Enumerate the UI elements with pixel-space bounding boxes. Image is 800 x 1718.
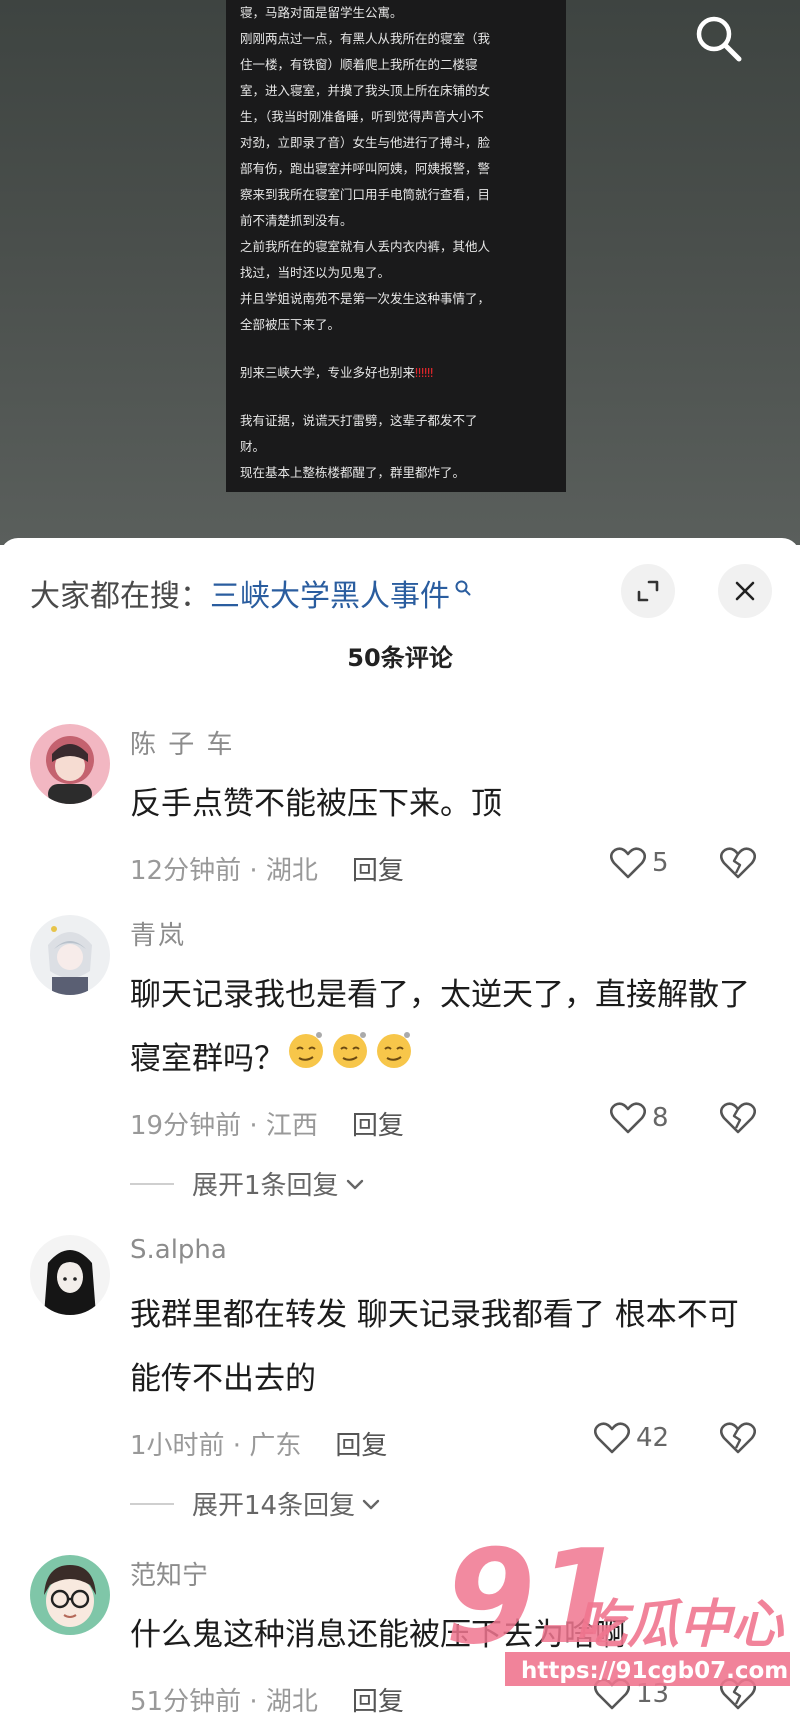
avatar-image xyxy=(30,724,110,804)
note-line: 之前我所在的寝室就有人丢内衣内裤，其他人 xyxy=(240,239,491,254)
note-line: 我有证据，说谎天打雷劈，这辈子都发不了 xyxy=(240,413,478,428)
note-line: 刚刚两点过一点，有黑人从我所在的寝室（我 xyxy=(240,31,491,46)
avatar[interactable] xyxy=(30,1555,110,1635)
smirk-emoji xyxy=(373,1029,415,1093)
broken-heart-icon xyxy=(719,1102,757,1134)
note-line: 财。 xyxy=(240,439,266,454)
heart-icon xyxy=(594,1678,630,1710)
dislike-button[interactable] xyxy=(719,846,757,884)
avatar[interactable] xyxy=(30,915,110,995)
note-line: 生，（我当时刚准备睡，听到觉得声音大小不 xyxy=(240,109,484,124)
avatar-image xyxy=(30,1235,110,1315)
dislike-button[interactable] xyxy=(719,1421,757,1459)
heart-icon xyxy=(610,847,646,879)
heart-icon xyxy=(594,1422,630,1454)
dislike-button[interactable] xyxy=(719,1677,757,1715)
note-line: 前不清楚抓到没有。 xyxy=(240,213,353,228)
trending-search-link[interactable]: 三峡大学黑人事件 xyxy=(210,571,472,615)
note-line: 全部被压下来了。 xyxy=(240,317,341,332)
like-button[interactable]: 13 xyxy=(594,1677,669,1711)
like-count: 8 xyxy=(652,1103,669,1133)
close-button[interactable] xyxy=(718,564,772,618)
comment-time-location: 51分钟前 · 湖北 xyxy=(130,1687,318,1717)
comment-meta: 12分钟前 · 湖北 回复 xyxy=(130,850,404,887)
comment-author[interactable]: 范知宁 xyxy=(130,1555,208,1592)
chevron-down-icon xyxy=(362,1499,380,1509)
comment-time-location: 1小时前 · 广东 xyxy=(130,1431,302,1461)
avatar-image xyxy=(30,915,110,995)
like-button[interactable]: 5 xyxy=(610,846,669,880)
search-prefix: 大家都在搜： xyxy=(30,579,210,614)
like-count: 5 xyxy=(652,848,669,878)
comment-author[interactable]: S.alpha xyxy=(130,1235,227,1265)
note-line: 并且学姐说南苑不是第一次发生这种事情了， xyxy=(240,291,491,306)
dislike-button[interactable] xyxy=(719,1101,757,1139)
small-search-icon xyxy=(455,580,471,596)
comment-count: 50条评论 xyxy=(347,644,453,672)
like-button[interactable]: 8 xyxy=(610,1101,669,1135)
note-line: 对劲，立即录了音）女生与他进行了搏斗，脸 xyxy=(240,135,491,150)
note-line: 部有伤，跑出寝室并呼叫阿姨，阿姨报警，警 xyxy=(240,161,491,176)
comment-text: 聊天记录我也是看了，太逆天了，直接解散了寝室群吗？ xyxy=(130,963,760,1093)
search-button[interactable] xyxy=(690,10,748,68)
broken-heart-icon xyxy=(719,847,757,879)
close-icon xyxy=(735,581,755,601)
trending-search-row: 大家都在搜： 三峡大学黑人事件 xyxy=(30,568,472,618)
divider xyxy=(130,1502,174,1505)
broken-heart-icon xyxy=(719,1422,757,1454)
comment-author[interactable]: 青岚 xyxy=(130,915,186,952)
note-line: 住一楼，有铁窗）顺着爬上我所在的二楼寝 xyxy=(240,57,478,72)
note-line: 找过，当时还以为见鬼了。 xyxy=(240,265,391,280)
comment-time-location: 12分钟前 · 湖北 xyxy=(130,856,318,886)
reply-button[interactable]: 回复 xyxy=(352,1687,404,1717)
expand-replies-label: 展开1条回复 xyxy=(192,1171,339,1201)
expand-icon xyxy=(637,580,659,602)
comment-author[interactable]: 陈 子 车 xyxy=(130,724,235,761)
note-line: 寝，马路对面是留学生公寓。 xyxy=(240,5,403,20)
expand-button[interactable] xyxy=(621,564,675,618)
comment-text: 我群里都在转发 聊天记录我都看了 根本不可能传不出去的 xyxy=(130,1297,739,1397)
reply-button[interactable]: 回复 xyxy=(352,856,404,886)
like-count: 13 xyxy=(636,1679,670,1709)
comment-sheet: 大家都在搜： 三峡大学黑人事件 50条评论 陈 子 车 反手点赞不能被压下来。顶… xyxy=(0,538,800,1717)
note-line: 室，进入寝室，并摸了我头顶上所在床铺的女 xyxy=(240,83,491,98)
expand-replies-button[interactable]: 展开1条回复 xyxy=(130,1165,367,1202)
note-screenshot: 寝，马路对面是留学生公寓。 刚刚两点过一点，有黑人从我所在的寝室（我 住一楼，有… xyxy=(226,0,566,492)
like-count: 42 xyxy=(636,1423,670,1453)
avatar[interactable] xyxy=(30,1235,110,1315)
expand-replies-label: 展开14条回复 xyxy=(192,1491,356,1521)
chevron-down-icon xyxy=(346,1179,363,1189)
smirk-emoji xyxy=(329,1029,371,1093)
divider xyxy=(130,1182,174,1185)
search-term: 三峡大学黑人事件 xyxy=(210,579,450,614)
avatar-image xyxy=(30,1555,110,1635)
like-button[interactable]: 42 xyxy=(594,1421,669,1455)
reply-button[interactable]: 回复 xyxy=(335,1431,387,1461)
reply-button[interactable]: 回复 xyxy=(352,1111,404,1141)
broken-heart-icon xyxy=(719,1678,757,1710)
note-line: 察来到我所在寝室门口用手电筒就行查看，目 xyxy=(240,187,491,202)
video-background[interactable]: 寝，马路对面是留学生公寓。 刚刚两点过一点，有黑人从我所在的寝室（我 住一楼，有… xyxy=(0,0,800,545)
search-icon xyxy=(696,16,742,62)
comment-text: 反手点赞不能被压下来。顶 xyxy=(130,786,502,822)
warning-marks: ‼‼‼ xyxy=(415,365,434,380)
comment-meta: 19分钟前 · 江西 回复 xyxy=(130,1105,404,1142)
note-line: 现在基本上整栋楼都醒了，群里都炸了。 xyxy=(240,465,466,480)
comment-time-location: 19分钟前 · 江西 xyxy=(130,1111,318,1141)
avatar[interactable] xyxy=(30,724,110,804)
comment-meta: 1小时前 · 广东 回复 xyxy=(130,1425,387,1462)
smirk-emoji xyxy=(285,1029,327,1093)
note-warning: 别来三峡大学，专业多好也别来‼‼‼ xyxy=(240,365,434,380)
expand-replies-button[interactable]: 展开14条回复 xyxy=(130,1485,383,1522)
heart-icon xyxy=(610,1102,646,1134)
comment-text: 什么鬼这种消息还能被压下去为啥啊 xyxy=(130,1617,626,1653)
comment-meta: 51分钟前 · 湖北 回复 xyxy=(130,1681,404,1718)
